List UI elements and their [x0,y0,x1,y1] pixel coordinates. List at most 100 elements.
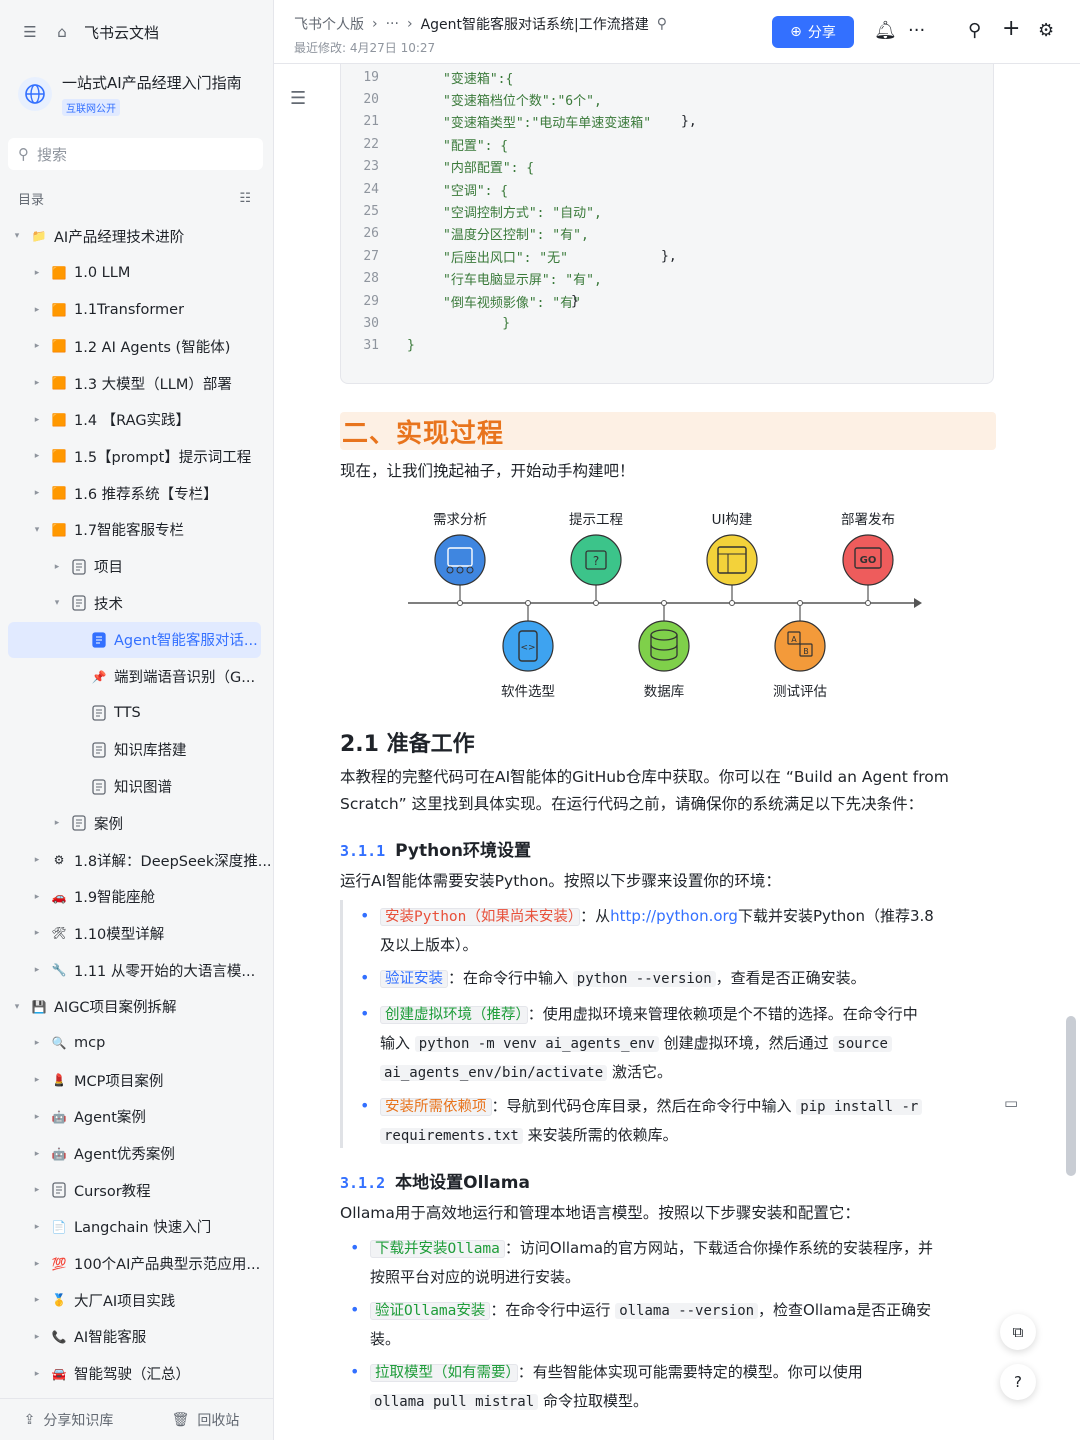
sidebar-item[interactable]: ▸ 📄 Langchain 快速入门 [0,1209,273,1246]
chevron-down-icon[interactable]: ▾ [30,525,44,535]
sidebar-item[interactable]: ▸ 💄 MCP项目案例 [0,1062,273,1099]
document-icon [70,594,88,612]
sidebar-item-label: 1.4 【RAG实践】 [74,413,191,430]
chevron-right-icon[interactable]: ▸ [30,488,44,498]
chevron-right-icon[interactable]: ▸ [50,562,64,572]
sidebar-item[interactable]: ▸ 🟧 1.3 大模型（LLM）部署 [0,365,273,402]
toc-settings-icon[interactable]: ☷ [239,191,251,206]
sidebar-item[interactable]: ▸ 案例 [0,805,273,842]
chevron-right-icon[interactable]: ▸ [30,1185,44,1195]
gear-icon[interactable]: ⚙ [1038,20,1054,41]
chevron-right-icon[interactable]: ▸ [30,415,44,425]
python-link[interactable]: http://python.org [610,907,738,925]
code-text: "后座出风口": "无" [443,250,568,266]
sidebar-item-label: Agent优秀案例 [74,1147,175,1164]
sidebar-item[interactable]: ▸ 🤖 Agent案例 [0,1099,273,1136]
more-icon[interactable]: ··· [908,20,925,41]
sidebar-item[interactable]: ▾ 💾 AIGC项目案例拆解 [0,988,273,1025]
chevron-right-icon[interactable]: ▸ [30,892,44,902]
chevron-right-icon[interactable]: ▸ [30,1332,44,1342]
share-button[interactable]: ⊕ 分享 [772,16,854,48]
comment-icon[interactable]: ▭ [1004,1094,1018,1112]
sidebar-item[interactable]: 知识库搭建 [0,732,273,769]
recycle-bin-button[interactable]: 🗑 回收站 [137,1410,274,1430]
sidebar-item[interactable]: ▸ 💯 100个AI产品典型示范应用... [0,1245,273,1282]
app-title[interactable]: 飞书云文档 [84,22,159,43]
collapse-sidebar-icon[interactable]: ☰ [20,22,40,42]
breadcrumb-space[interactable]: 飞书个人版 [294,14,364,34]
sidebar-item[interactable]: ▸ 🤖 Agent优秀案例 [0,1135,273,1172]
sidebar-item[interactable]: ▸ Cursor教程 [0,1172,273,1209]
search-box[interactable]: ⚲ 搜索 [8,138,263,170]
chevron-right-icon[interactable]: ▸ [30,305,44,315]
chevron-right-icon[interactable]: ▸ [30,341,44,351]
chevron-right-icon[interactable]: ▸ [30,965,44,975]
chevron-right-icon[interactable]: ▸ [30,928,44,938]
search-icon[interactable]: ⚲ [968,20,981,41]
sidebar-item[interactable]: ▸ 🔧 1.11 从零开始的大语言模... [0,952,273,989]
keyword-tag: 拉取模型（如有需要） [370,1364,518,1382]
chevron-right-icon[interactable]: ▸ [30,1149,44,1159]
chevron-right-icon[interactable]: ▸ [30,378,44,388]
help-icon[interactable]: ? [1000,1364,1036,1400]
knowledge-base-header[interactable]: 一站式AI产品经理入门指南 互联网公开 [0,64,273,124]
sidebar-item[interactable]: ▸ 🟧 1.0 LLM [0,255,273,292]
sidebar-item-label: 项目 [94,560,123,577]
chevron-right-icon[interactable]: ▸ [30,1369,44,1379]
sidebar-item[interactable]: Agent智能客服对话... [8,621,261,659]
sidebar-item[interactable]: ▸ 项目 [0,548,273,585]
share-icon: ⇪ [23,1411,36,1428]
sidebar-item[interactable]: ▸ 🟧 1.2 AI Agents (智能体) [0,328,273,365]
chevron-right-icon[interactable]: ▸ [30,855,44,865]
chevron-down-icon[interactable]: ▾ [10,1002,24,1012]
code-closing-brace: } [571,293,579,309]
sidebar-item[interactable]: 📌 端到端语音识别（G... [0,658,273,695]
chevron-right-icon[interactable]: ▸ [30,1038,44,1048]
keyword-tag: 安装Python（如果尚未安装） [380,908,581,926]
sidebar-item[interactable]: ▸ 📞 AI智能客服 [0,1319,273,1356]
chevron-down-icon[interactable]: ▾ [10,231,24,241]
chevron-right-icon[interactable]: ▸ [30,1075,44,1085]
scrollbar[interactable] [1064,64,1076,1440]
add-icon[interactable]: + [1002,16,1020,41]
chevron-down-icon[interactable]: ▾ [50,598,64,608]
chevron-right-icon[interactable]: ▸ [30,268,44,278]
sidebar-item[interactable]: ▸ 🟧 1.4 【RAG实践】 [0,401,273,438]
sidebar-item[interactable]: ▾ 🟧 1.7智能客服专栏 [0,512,273,549]
sidebar-item[interactable]: 知识图谱 [0,768,273,805]
search-icon: ⚲ [18,145,29,163]
scrollbar-thumb[interactable] [1066,1016,1076,1176]
item-icon: 🚘 [51,1366,67,1381]
chevron-right-icon[interactable]: ▸ [30,1112,44,1122]
chevron-right-icon[interactable]: ▸ [30,1295,44,1305]
flow-diagram-svg: ? GO <> AB [408,534,922,672]
chevron-right-icon[interactable]: ▸ [30,1259,44,1269]
sidebar-item[interactable]: ▸ 🟧 1.5【prompt】提示词工程 [0,438,273,475]
sidebar-item[interactable]: ▸ 🚗 1.9智能座舱 [0,878,273,915]
flow-label-prompt: 提示工程 [569,512,623,528]
outline-toggle-icon[interactable]: ☰ [290,88,308,109]
chevron-right-icon[interactable]: ▸ [30,1222,44,1232]
sidebar-item-label: 1.7智能客服专栏 [74,523,185,540]
chevron-right-icon[interactable]: ▸ [30,451,44,461]
sidebar-item[interactable]: ▸ 🟧 1.6 推荐系统【专栏】 [0,475,273,512]
share-kb-button[interactable]: ⇪ 分享知识库 [0,1410,137,1430]
chevron-right-icon[interactable]: ▸ [50,818,64,828]
sidebar-item[interactable]: ▸ 🛠 1.10模型详解 [0,915,273,952]
sidebar-item[interactable]: ▾ 📁 AI产品经理技术进阶 [0,218,273,255]
globe-icon: ⊕ [790,24,802,40]
sidebar-item[interactable]: ▸ 🟧 1.1Transformer [0,291,273,328]
sidebar-item[interactable]: TTS [0,695,273,732]
sidebar-item[interactable]: ▸ 🔍 mcp [0,1025,273,1062]
item-icon: 🥇 [51,1293,67,1308]
home-icon[interactable]: ⌂ [52,22,72,42]
sidebar-item[interactable]: ▸ ⚙ 1.8详解：DeepSeek深度推... [0,842,273,879]
sidebar-item[interactable]: ▸ 🥇 大厂AI项目实践 [0,1282,273,1319]
sidebar-item[interactable]: ▾ 技术 [0,585,273,622]
copy-link-icon[interactable]: ⧉ [1000,1314,1036,1350]
sidebar-item[interactable]: ▸ 🚘 智能驾驶（汇总） [0,1355,273,1392]
sidebar-item-label: Agent案例 [74,1110,146,1127]
pin-icon[interactable]: ⚲ [657,16,667,32]
bell-icon[interactable]: 🔔︎ [874,20,897,41]
breadcrumb-more[interactable]: ··· [386,16,399,32]
